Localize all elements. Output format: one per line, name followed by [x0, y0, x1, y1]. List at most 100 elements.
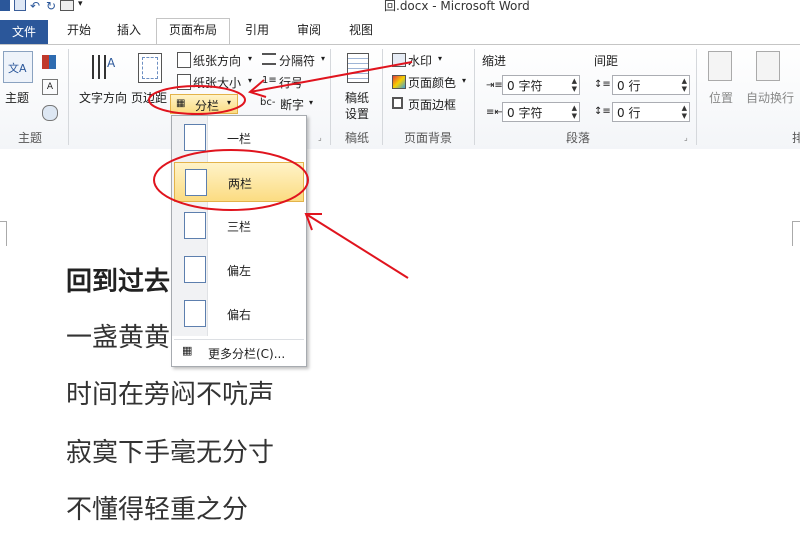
spacing-before-input[interactable]: 0 行 ▲ ▼: [612, 75, 690, 95]
indent-label: 缩进: [482, 54, 507, 68]
document-area[interactable]: 回到过去 一盏黄黄 时间在旁闷不吭声 寂寞下手毫无分寸 不懂得轻重之分: [0, 149, 800, 550]
size-button[interactable]: 纸张大小: [193, 74, 241, 91]
tab-references[interactable]: 引用: [236, 19, 278, 41]
orientation-icon[interactable]: [177, 52, 191, 68]
margins-icon[interactable]: [138, 53, 162, 83]
hyphenation-icon[interactable]: bc-: [260, 97, 275, 109]
background-group-label: 页面背景: [404, 131, 453, 145]
columns-one-item[interactable]: 一栏: [174, 118, 304, 158]
text-direction-icon[interactable]: A: [90, 53, 118, 81]
left-column-icon: [184, 256, 206, 283]
document-line: 不懂得轻重之分: [66, 495, 249, 525]
page-color-button[interactable]: 页面颜色: [408, 74, 456, 91]
document-line: 寂寞下手毫无分寸: [66, 438, 275, 468]
columns-right-label: 偏右: [227, 308, 252, 322]
breaks-icon[interactable]: [262, 53, 276, 65]
indent-right-spinner-icon[interactable]: ▲ ▼: [572, 104, 577, 120]
spacing-after-spinner-icon[interactable]: ▲ ▼: [682, 104, 687, 120]
size-dropdown-icon[interactable]: ▾: [248, 76, 252, 85]
draft-settings-button-line2[interactable]: 设置: [345, 105, 369, 122]
columns-three-label: 三栏: [227, 220, 252, 234]
position-icon[interactable]: [708, 51, 732, 81]
watermark-icon[interactable]: [392, 53, 406, 67]
tab-file[interactable]: 文件: [0, 20, 48, 44]
watermark-button[interactable]: 水印: [408, 52, 432, 69]
breaks-button[interactable]: 分隔符: [279, 52, 315, 69]
columns-two-item[interactable]: 两栏: [174, 162, 304, 202]
themes-icon[interactable]: 文A: [3, 51, 33, 83]
line-numbers-button[interactable]: 行号: [279, 74, 303, 91]
theme-group-label: 主题: [18, 131, 43, 145]
quick-access-toolbar: ↶ ↻ ▾: [0, 0, 86, 13]
document-title: 回到过去: [66, 267, 171, 297]
word-logo-icon: [0, 0, 10, 11]
position-button[interactable]: 位置: [709, 89, 733, 106]
wrap-text-button[interactable]: 自动换行: [746, 89, 794, 106]
separator: [68, 49, 69, 145]
indent-left-input[interactable]: 0 字符 ▲ ▼: [502, 75, 580, 95]
line-numbers-icon[interactable]: 1≡: [262, 75, 277, 87]
spacing-after-icon: ↕≡: [594, 106, 611, 117]
indent-right-value: 0 字符: [507, 106, 543, 120]
page-borders-button[interactable]: 页面边框: [408, 96, 456, 113]
paragraph-group-label: 段落: [566, 131, 591, 145]
tab-review[interactable]: 审阅: [288, 19, 330, 41]
watermark-dropdown-icon[interactable]: ▾: [438, 54, 442, 63]
save-icon[interactable]: [14, 0, 26, 11]
print-icon[interactable]: [60, 0, 74, 11]
draft-settings-icon[interactable]: [347, 53, 369, 83]
arrange-group-label: 排: [792, 131, 800, 145]
more-columns-label: 更多分栏(C)...: [208, 347, 286, 361]
columns-right-item[interactable]: 偏右: [174, 294, 304, 334]
indent-left-value: 0 字符: [507, 79, 543, 93]
spacing-before-value: 0 行: [617, 79, 641, 93]
columns-left-label: 偏左: [227, 264, 252, 278]
theme-effects-icon[interactable]: [42, 105, 58, 121]
right-column-icon: [184, 300, 206, 327]
paragraph-launcher-icon[interactable]: ⌟: [684, 133, 688, 142]
theme-fonts-icon[interactable]: A: [42, 79, 58, 95]
redo-icon[interactable]: ↻: [46, 0, 56, 13]
page-borders-icon[interactable]: [392, 97, 403, 109]
draft-settings-button[interactable]: 稿纸: [345, 89, 369, 106]
more-columns-icon: ▦: [182, 344, 193, 357]
text-direction-button[interactable]: 文字方向: [79, 89, 127, 106]
tab-page-layout[interactable]: 页面布局: [156, 18, 230, 46]
margin-mark-left: [0, 221, 7, 246]
columns-two-label: 两栏: [228, 177, 253, 191]
svg-text:A: A: [107, 56, 116, 70]
size-icon[interactable]: [177, 74, 191, 90]
orientation-dropdown-icon[interactable]: ▾: [248, 54, 252, 63]
columns-three-item[interactable]: 三栏: [174, 206, 304, 246]
columns-one-label: 一栏: [227, 132, 252, 146]
tab-insert[interactable]: 插入: [108, 19, 150, 41]
three-columns-icon: [184, 212, 206, 239]
spacing-label: 间距: [594, 54, 619, 68]
undo-icon[interactable]: ↶: [30, 0, 42, 13]
page-color-dropdown-icon[interactable]: ▾: [462, 76, 466, 85]
two-columns-icon: [185, 169, 207, 196]
tab-view[interactable]: 视图: [340, 19, 382, 41]
indent-right-input[interactable]: 0 字符 ▲ ▼: [502, 102, 580, 122]
page-setup-launcher-icon[interactable]: ⌟: [318, 133, 322, 142]
spacing-after-input[interactable]: 0 行 ▲ ▼: [612, 102, 690, 122]
breaks-dropdown-icon[interactable]: ▾: [321, 54, 325, 63]
spacing-before-spinner-icon[interactable]: ▲ ▼: [682, 77, 687, 93]
hyphenation-dropdown-icon[interactable]: ▾: [309, 98, 313, 107]
tab-home[interactable]: 开始: [58, 19, 100, 41]
ribbon-tabs: 文件 开始 插入 页面布局 引用 审阅 视图: [0, 16, 800, 46]
orientation-button[interactable]: 纸张方向: [193, 52, 241, 69]
margins-button[interactable]: 页边距: [131, 89, 167, 106]
svg-text:文A: 文A: [8, 61, 27, 75]
wrap-text-icon[interactable]: [756, 51, 780, 81]
indent-left-spinner-icon[interactable]: ▲ ▼: [572, 77, 577, 93]
themes-button[interactable]: 主题: [5, 89, 29, 106]
spacing-before-icon: ↕≡: [594, 79, 611, 90]
customize-toolbar-icon[interactable]: ▾: [78, 0, 86, 11]
hyphenation-button[interactable]: 断字: [280, 96, 304, 113]
columns-button[interactable]: ▦ 分栏 ▾: [170, 94, 238, 114]
more-columns-item[interactable]: ▦ 更多分栏(C)...: [174, 339, 304, 364]
columns-left-item[interactable]: 偏左: [174, 250, 304, 290]
page-color-icon[interactable]: [392, 75, 406, 89]
theme-colors-icon[interactable]: [42, 55, 56, 69]
